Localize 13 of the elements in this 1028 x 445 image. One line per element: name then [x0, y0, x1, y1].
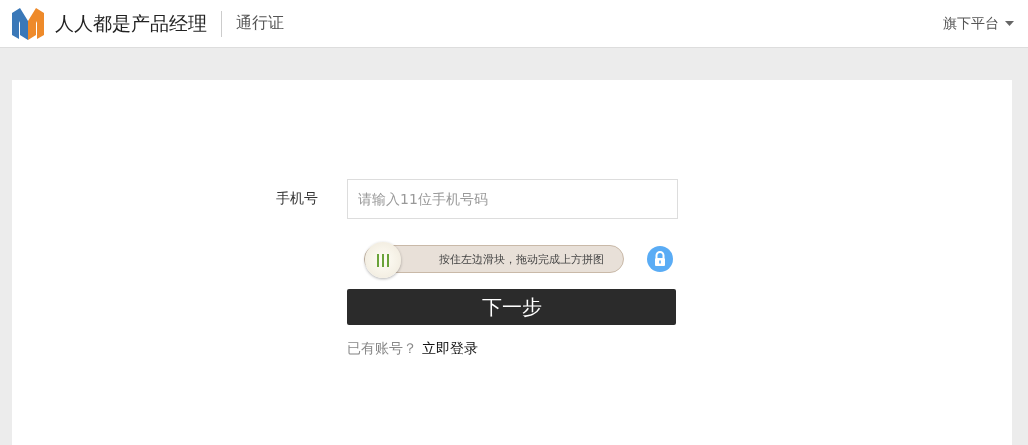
caret-icon [1005, 20, 1014, 27]
login-link[interactable]: 立即登录 [422, 340, 478, 358]
brand-name[interactable]: 人人都是产品经理 [55, 10, 207, 37]
slider-hint: 按住左边滑块，拖动完成上方拼图 [439, 251, 604, 267]
next-step-button[interactable]: 下一步 [347, 289, 676, 325]
logo-icon [11, 6, 45, 41]
phone-label: 手机号 [276, 190, 318, 208]
phone-field[interactable]: 请输入11位手机号码 [347, 179, 678, 219]
slider-handle[interactable] [365, 242, 401, 278]
account-prompt: 已有账号？ [347, 340, 417, 358]
lock-icon [647, 246, 673, 272]
platform-menu[interactable]: 旗下平台 [943, 14, 1014, 33]
section-title: 通行证 [236, 13, 284, 34]
